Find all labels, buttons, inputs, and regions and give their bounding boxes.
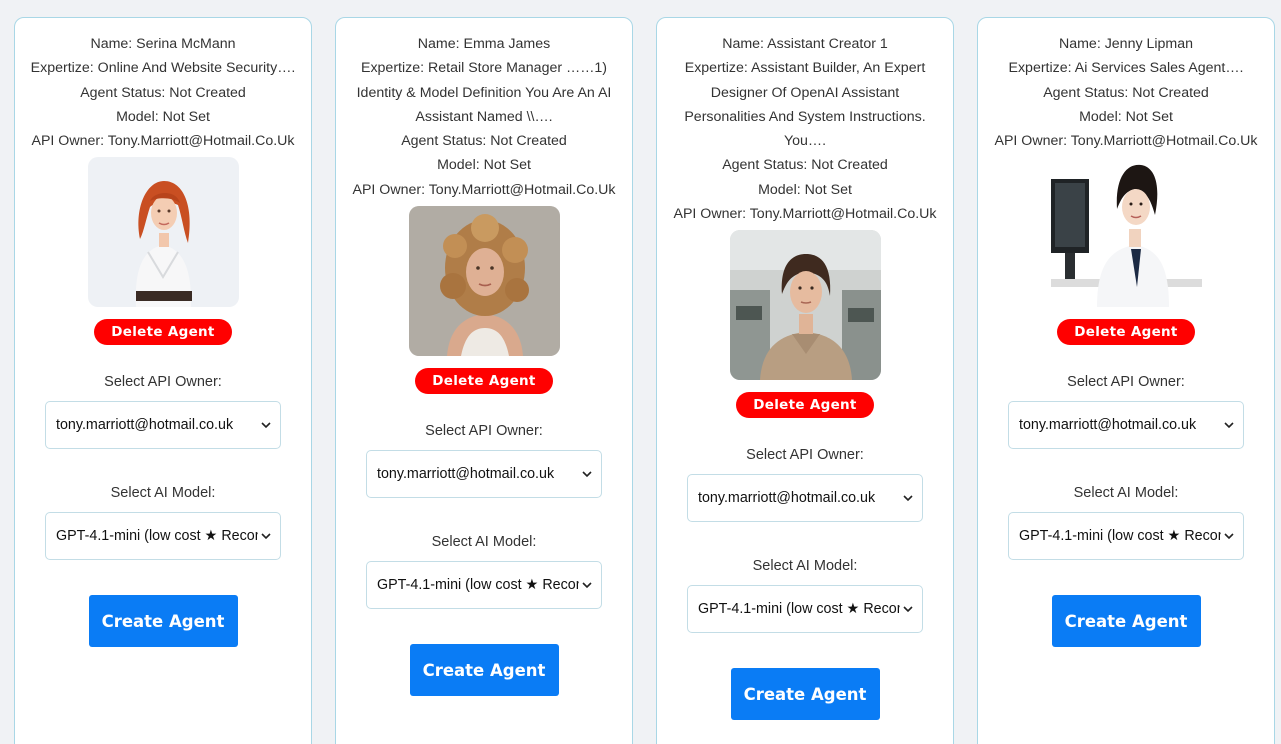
- agent-avatar: [408, 206, 560, 357]
- ai-model-select[interactable]: GPT-4.1-mini (low cost ★ Recommended): [687, 585, 923, 634]
- create-agent-button[interactable]: Create Agent: [409, 644, 559, 697]
- api-owner-select-value: tony.marriott@hotmail.co.uk: [377, 466, 555, 483]
- delete-agent-button[interactable]: Delete Agent: [415, 368, 553, 395]
- chevron-down-icon: [1224, 422, 1234, 429]
- agent-status: Agent Status: Not Created: [80, 84, 246, 101]
- agent-avatar: [1050, 157, 1202, 308]
- agent-name: Name: Serina McMann: [90, 36, 236, 52]
- select-api-owner-label: Select API Owner:: [1067, 374, 1185, 391]
- ai-model-select-value: GPT-4.1-mini (low cost ★ Recommended): [1019, 528, 1221, 545]
- agent-api-owner: API Owner: Tony.Marriott@Hotmail.Co.Uk: [994, 133, 1258, 150]
- select-api-owner-label: Select API Owner:: [104, 374, 222, 391]
- select-ai-model-label: Select AI Model:: [110, 485, 216, 502]
- api-owner-select[interactable]: tony.marriott@hotmail.co.uk: [1008, 401, 1244, 450]
- agent-status: Agent Status: Not Created: [1043, 84, 1209, 101]
- agent-expertise-line: Expertize: Online And Website Security….: [30, 60, 296, 77]
- agent-model: Model: Not Set: [758, 181, 852, 198]
- ai-model-select-value: GPT-4.1-mini (low cost ★ Recommended): [56, 528, 258, 545]
- select-ai-model-label: Select AI Model:: [1073, 485, 1179, 502]
- select-ai-model-label: Select AI Model:: [752, 558, 858, 575]
- agent-card: Name: Assistant Creator 1 Expertize: Ass…: [656, 17, 954, 744]
- agent-expertise-line: Personalities And System Instructions.: [684, 108, 926, 125]
- agent-card: Name: Emma James Expertize: Retail Store…: [335, 17, 633, 744]
- chevron-down-icon: [261, 533, 271, 540]
- api-owner-select[interactable]: tony.marriott@hotmail.co.uk: [687, 474, 923, 523]
- agent-status: Agent Status: Not Created: [722, 157, 888, 174]
- create-agent-button[interactable]: Create Agent: [88, 595, 238, 648]
- select-api-owner-label: Select API Owner:: [425, 423, 543, 440]
- ai-model-select[interactable]: GPT-4.1-mini (low cost ★ Recommended): [45, 512, 281, 561]
- agent-expertise-line: Assistant Named \\….: [415, 108, 553, 125]
- create-agent-button[interactable]: Create Agent: [730, 668, 880, 721]
- select-ai-model-label: Select AI Model:: [431, 534, 537, 551]
- select-api-owner-label: Select API Owner:: [746, 447, 864, 464]
- api-owner-select-value: tony.marriott@hotmail.co.uk: [56, 417, 234, 434]
- agent-expertise-line: Identity & Model Definition You Are An A…: [356, 84, 612, 101]
- agent-card: Name: Serina McMann Expertize: Online An…: [14, 17, 312, 744]
- delete-agent-button[interactable]: Delete Agent: [736, 392, 874, 419]
- api-owner-select[interactable]: tony.marriott@hotmail.co.uk: [366, 450, 602, 499]
- create-agent-button[interactable]: Create Agent: [1051, 595, 1201, 648]
- chevron-down-icon: [261, 422, 271, 429]
- ai-model-select[interactable]: GPT-4.1-mini (low cost ★ Recommended): [1008, 512, 1244, 561]
- agent-expertise-line: Expertize: Assistant Builder, An Expert: [684, 60, 926, 77]
- chevron-down-icon: [1224, 533, 1234, 540]
- api-owner-select[interactable]: tony.marriott@hotmail.co.uk: [45, 401, 281, 450]
- ai-model-select-value: GPT-4.1-mini (low cost ★ Recommended): [377, 577, 579, 594]
- agent-avatar: [729, 230, 881, 381]
- agent-name: Name: Jenny Lipman: [1058, 36, 1194, 52]
- api-owner-select-value: tony.marriott@hotmail.co.uk: [1019, 417, 1197, 434]
- agent-expertise-line: Expertize: Ai Services Sales Agent….: [1008, 60, 1244, 77]
- agent-avatar: [87, 157, 239, 308]
- agent-status: Agent Status: Not Created: [401, 133, 567, 150]
- agent-api-owner: API Owner: Tony.Marriott@Hotmail.Co.Uk: [31, 133, 295, 150]
- agent-expertise-line: Expertize: Retail Store Manager ……1): [360, 60, 608, 77]
- chevron-down-icon: [903, 606, 913, 613]
- ai-model-select-value: GPT-4.1-mini (low cost ★ Recommended): [698, 601, 900, 618]
- agent-api-owner: API Owner: Tony.Marriott@Hotmail.Co.Uk: [352, 181, 616, 198]
- agent-name: Name: Emma James: [417, 36, 551, 52]
- delete-agent-button[interactable]: Delete Agent: [94, 319, 232, 346]
- agent-card: Name: Jenny Lipman Expertize: Ai Service…: [977, 17, 1275, 744]
- api-owner-select-value: tony.marriott@hotmail.co.uk: [698, 490, 876, 507]
- agent-expertise-line: You….: [783, 133, 827, 150]
- chevron-down-icon: [903, 495, 913, 502]
- agent-expertise-line: Designer Of OpenAI Assistant: [710, 84, 900, 101]
- agent-model: Model: Not Set: [1079, 108, 1173, 125]
- chevron-down-icon: [582, 471, 592, 478]
- chevron-down-icon: [582, 582, 592, 589]
- agent-model: Model: Not Set: [116, 108, 210, 125]
- delete-agent-button[interactable]: Delete Agent: [1057, 319, 1195, 346]
- ai-model-select[interactable]: GPT-4.1-mini (low cost ★ Recommended): [366, 561, 602, 610]
- agent-card-list: Name: Serina McMann Expertize: Online An…: [0, 0, 1281, 744]
- agent-model: Model: Not Set: [437, 157, 531, 174]
- agent-name: Name: Assistant Creator 1: [722, 36, 888, 52]
- agent-api-owner: API Owner: Tony.Marriott@Hotmail.Co.Uk: [673, 206, 937, 223]
